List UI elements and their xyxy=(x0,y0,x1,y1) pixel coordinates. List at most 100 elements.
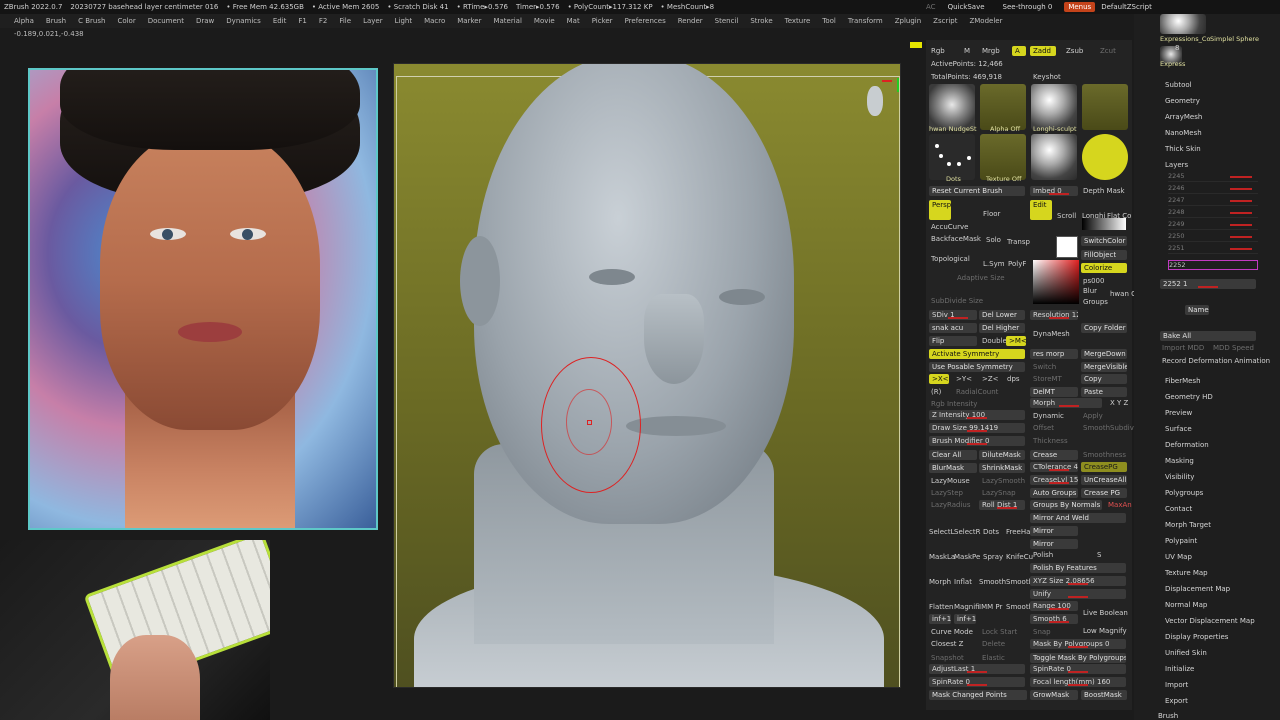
dynamic-label[interactable]: Dynamic xyxy=(1033,412,1064,420)
subtool-item[interactable]: Subtool xyxy=(1165,81,1192,89)
smoothsubdiv-button[interactable]: SmoothSubdiv xyxy=(1083,424,1134,432)
lsym-button[interactable]: L.Sym xyxy=(983,260,1005,268)
subpalette-visibility[interactable]: Visibility xyxy=(1165,473,1194,481)
accucurve-button[interactable]: AccuCurve xyxy=(931,223,968,231)
rgb-button[interactable]: Rgb xyxy=(931,47,945,55)
brush-freehand[interactable]: FreeHa xyxy=(1006,528,1030,536)
polyf-button[interactable]: PolyF xyxy=(1008,260,1026,268)
subdivide-size[interactable]: SubDivide Size xyxy=(931,297,983,305)
mdd-speed-slider[interactable]: MDD Speed xyxy=(1213,344,1254,352)
layer-row[interactable]: 2246 xyxy=(1168,184,1258,194)
inf1-button[interactable]: inf+1 xyxy=(929,614,951,624)
blur-slider[interactable]: Blur xyxy=(1083,287,1097,295)
posable-symmetry-button[interactable]: Use Posable Symmetry xyxy=(929,362,1025,372)
brush-magnify[interactable]: Magnifi xyxy=(954,603,980,611)
scroll-button[interactable]: Scroll xyxy=(1057,212,1076,220)
morph-xyz[interactable]: X Y Z xyxy=(1110,399,1128,407)
brush-spray[interactable]: Spray xyxy=(983,553,1003,561)
menu-render[interactable]: Render xyxy=(672,17,709,25)
menu-draw[interactable]: Draw xyxy=(190,17,220,25)
colorize-button[interactable]: Colorize xyxy=(1081,263,1127,273)
flip-button[interactable]: Flip xyxy=(929,336,977,346)
activate-symmetry-button[interactable]: Activate Symmetry xyxy=(929,349,1025,359)
growmask-button[interactable]: GrowMask xyxy=(1030,690,1078,700)
brush-smooth-a[interactable]: Smooth xyxy=(979,578,1006,586)
subpalette-displacement-map[interactable]: Displacement Map xyxy=(1165,585,1230,593)
brush-knifecu[interactable]: KnifeCu xyxy=(1006,553,1033,561)
menu-preferences[interactable]: Preferences xyxy=(619,17,672,25)
menu-movie[interactable]: Movie xyxy=(528,17,561,25)
unify-slider[interactable]: Unify xyxy=(1030,589,1126,599)
subpalette-export[interactable]: Export xyxy=(1165,697,1188,705)
menu-texture[interactable]: Texture xyxy=(779,17,817,25)
spinrate-left-slider[interactable]: SpinRate 0 xyxy=(929,677,1025,687)
z-sym-button[interactable]: >Z< xyxy=(982,375,999,383)
menu-stencil[interactable]: Stencil xyxy=(709,17,745,25)
blurmask-button[interactable]: BlurMask xyxy=(929,463,977,473)
a-button[interactable]: A xyxy=(1012,46,1026,56)
layer-name-button[interactable]: Name xyxy=(1185,305,1209,315)
menu-material[interactable]: Material xyxy=(487,17,527,25)
brush-selectr[interactable]: SelectR xyxy=(954,528,980,536)
subpalette-masking[interactable]: Masking xyxy=(1165,457,1194,465)
brush-imm[interactable]: IMM Pr xyxy=(979,603,1002,611)
brush-selectl[interactable]: SelectL xyxy=(929,528,955,536)
subpalette-texture-map[interactable]: Texture Map xyxy=(1165,569,1208,577)
brush-dots[interactable]: Dots xyxy=(983,528,999,536)
menu-zmodeler[interactable]: ZModeler xyxy=(963,17,1008,25)
subpalette-contact[interactable]: Contact xyxy=(1165,505,1192,513)
subpalette-uv-map[interactable]: UV Map xyxy=(1165,553,1192,561)
arraymesh-item[interactable]: ArrayMesh xyxy=(1165,113,1202,121)
storemt-button[interactable]: StoreMT xyxy=(1033,375,1062,383)
shrinkmask-button[interactable]: ShrinkMask xyxy=(979,463,1025,473)
creaselvl-slider[interactable]: CreaseLvl 15 xyxy=(1030,475,1078,485)
seethrough-slider[interactable]: See-through 0 xyxy=(1003,3,1053,11)
snap-button[interactable]: Snap xyxy=(1033,628,1051,636)
layer-row-selected[interactable]: 2252 xyxy=(1168,260,1258,270)
copy-button[interactable]: Copy xyxy=(1081,374,1127,384)
draw-size-slider[interactable]: Draw Size 99.1419 xyxy=(929,423,1025,433)
double-button[interactable]: Double xyxy=(982,337,1007,345)
subpalette-initialize[interactable]: Initialize xyxy=(1165,665,1194,673)
zsub-button[interactable]: Zsub xyxy=(1066,47,1083,55)
curve-mode-button[interactable]: Curve Mode xyxy=(931,628,973,636)
main-color-swatch[interactable] xyxy=(1056,236,1078,258)
clear-all-button[interactable]: Clear All xyxy=(929,450,977,460)
floor-button[interactable]: Floor xyxy=(983,210,1000,218)
layer-row[interactable]: 2245 xyxy=(1168,172,1258,182)
focal-length-slider[interactable]: Focal length(mm) 160 xyxy=(1030,677,1126,687)
sdiv-slider[interactable]: SDiv 1 xyxy=(929,310,977,320)
menu-picker[interactable]: Picker xyxy=(586,17,619,25)
thickskin-item[interactable]: Thick Skin xyxy=(1165,145,1201,153)
menu-f2[interactable]: F2 xyxy=(313,17,333,25)
radialcount-slider[interactable]: RadialCount xyxy=(956,388,998,396)
brush-thumbnail[interactable] xyxy=(929,84,975,130)
backfacemask-button[interactable]: BackfaceMask xyxy=(931,235,981,243)
grey-gradient[interactable] xyxy=(1082,218,1126,230)
res-morp-button[interactable]: res morp xyxy=(1030,349,1078,359)
paste-button[interactable]: Paste xyxy=(1081,387,1127,397)
creasepg-toggle[interactable]: CreasePG xyxy=(1081,462,1127,472)
dilutemask-button[interactable]: DiluteMask xyxy=(979,450,1025,460)
brush-inflat[interactable]: Inflat xyxy=(954,578,972,586)
layer-row[interactable]: 2250 xyxy=(1168,232,1258,242)
alpha-thumbnail[interactable] xyxy=(980,84,1026,130)
spinrate-slider[interactable]: SpinRate 0 xyxy=(1030,664,1126,674)
rolldist-slider[interactable]: Roll Dist 1 xyxy=(979,500,1025,510)
smooth-slider[interactable]: Smooth 6 xyxy=(1030,614,1078,624)
delete-button[interactable]: Delete xyxy=(982,640,1005,648)
lazysmooth-slider[interactable]: LazySmooth xyxy=(982,477,1025,485)
subpalette-normal-map[interactable]: Normal Map xyxy=(1165,601,1207,609)
fillobject-button[interactable]: FillObject xyxy=(1081,250,1127,260)
edit-button[interactable]: Edit xyxy=(1030,200,1052,220)
y-sym-button[interactable]: >Y< xyxy=(956,375,972,383)
quicksave-button[interactable]: QuickSave xyxy=(948,3,985,11)
menu-c-brush[interactable]: C Brush xyxy=(72,17,111,25)
snak-button[interactable]: snak acu xyxy=(929,323,977,333)
xyz-size-slider[interactable]: XYZ Size 2.08656 xyxy=(1030,576,1126,586)
polish-features-button[interactable]: Polish By Features xyxy=(1030,563,1126,573)
subpalette-vector-displacement-map[interactable]: Vector Displacement Map xyxy=(1165,617,1255,625)
boostmask-button[interactable]: BoostMask xyxy=(1081,690,1127,700)
apply-button[interactable]: Apply xyxy=(1083,412,1103,420)
switchcolor-button[interactable]: SwitchColor xyxy=(1081,236,1127,246)
